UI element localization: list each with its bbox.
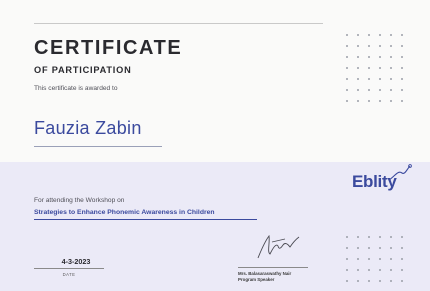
eblity-logo: Eblity [352, 172, 397, 191]
signature-line [238, 267, 308, 268]
date-line [34, 268, 104, 269]
recipient-name-underline [34, 146, 162, 147]
top-divider [34, 23, 323, 24]
workshop-title-underline [34, 219, 257, 220]
certificate-title: CERTIFICATE [34, 37, 183, 59]
date-value: 4-3-2023 [61, 257, 91, 266]
date-label: DATE [62, 272, 76, 277]
signatory-name: Mrs. Balasaraswathy Nair [238, 271, 292, 276]
workshop-title: Strategies to Enhance Phonemic Awareness… [34, 209, 215, 216]
signature-image [257, 234, 300, 259]
recipient-name: Fauzia Zabin [34, 118, 142, 138]
signatory-role: Program Speaker [238, 277, 275, 282]
certificate: CERTIFICATE OF PARTICIPATION This certif… [0, 0, 430, 291]
dot-grid-bottom-decor [346, 236, 403, 282]
certificate-subtitle: OF PARTICIPATION [34, 65, 132, 75]
attending-text: For attending the Workshop on [34, 197, 125, 204]
awarded-text: This certificate is awarded to [34, 85, 118, 92]
dot-grid-top-decor [346, 34, 403, 102]
